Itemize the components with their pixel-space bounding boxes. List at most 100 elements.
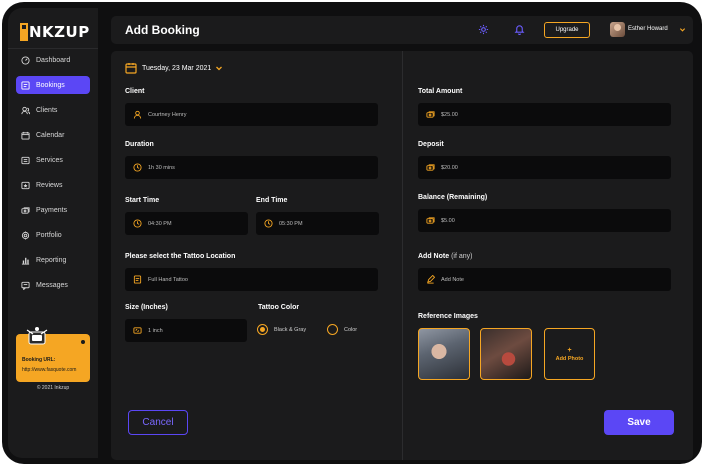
radio-label: Black & Gray	[274, 326, 307, 333]
booking-url-label: Booking URL:	[22, 357, 56, 363]
radio-color[interactable]: Color	[327, 324, 357, 335]
services-icon	[21, 156, 30, 165]
end-time-value: 05:30 PM	[279, 220, 303, 227]
calendar-icon	[125, 63, 137, 74]
note-field[interactable]: Add Note	[418, 268, 671, 291]
ruler-icon	[133, 326, 142, 335]
total-amount-label: Total Amount	[418, 88, 463, 95]
duration-field[interactable]: 1h 30 mins	[125, 156, 378, 179]
size-field[interactable]: 1 inch	[125, 319, 247, 342]
payments-icon	[21, 206, 30, 215]
tattoo-location-value: Full Hand Tattoo	[148, 276, 188, 283]
reference-image-thumbnail[interactable]	[418, 328, 470, 380]
document-icon	[133, 275, 142, 284]
reference-images-label: Reference Images	[418, 313, 478, 320]
clients-icon	[21, 106, 30, 115]
clock-icon	[264, 219, 273, 228]
save-button[interactable]: Save	[604, 410, 674, 435]
logo-text: NKZUP	[29, 23, 90, 41]
balance-value: $5.00	[441, 217, 455, 224]
plus-icon: +	[567, 346, 572, 354]
add-photo-button[interactable]: + Add Photo	[544, 328, 595, 380]
sidebar-item-calendar[interactable]: Calendar	[16, 126, 90, 144]
pencil-icon	[426, 275, 435, 284]
size-value: 1 inch	[148, 327, 163, 334]
balance-label: Balance (Remaining)	[418, 194, 488, 201]
clock-icon	[133, 163, 142, 172]
add-photo-label: Add Photo	[555, 355, 584, 362]
reporting-icon	[21, 256, 30, 265]
reference-image-thumbnail[interactable]	[480, 328, 532, 380]
sidebar-divider	[8, 48, 98, 49]
radio-unselected-icon	[327, 324, 338, 335]
chevron-down-icon	[216, 66, 223, 71]
radio-black-gray[interactable]: Black & Gray	[257, 324, 306, 335]
deposit-value: $20.00	[441, 164, 458, 171]
upgrade-button[interactable]: Upgrade	[544, 22, 590, 38]
deposit-field[interactable]: $20.00	[418, 156, 671, 179]
sidebar-item-payments[interactable]: Payments	[16, 201, 90, 219]
avatar[interactable]	[610, 22, 625, 37]
size-label: Size (Inches)	[125, 304, 168, 311]
duration-value: 1h 30 mins	[148, 164, 175, 171]
selected-date: Tuesday, 23 Mar 2021	[142, 64, 212, 72]
sidebar-item-reviews[interactable]: Reviews	[16, 176, 90, 194]
start-time-value: 04:30 PM	[148, 220, 172, 227]
booking-illustration-icon	[26, 327, 48, 345]
note-label: Add Note (if any)	[418, 253, 472, 260]
sidebar-item-messages[interactable]: Messages	[16, 276, 90, 294]
booking-url-link[interactable]: http://www.fasquote.com	[22, 367, 76, 373]
clock-icon	[133, 219, 142, 228]
sidebar-item-dashboard[interactable]: Dashboard	[16, 51, 90, 69]
sidebar-item-reporting[interactable]: Reporting	[16, 251, 90, 269]
reviews-icon	[21, 181, 30, 190]
start-time-label: Start Time	[125, 197, 160, 204]
end-time-field[interactable]: 05:30 PM	[256, 212, 379, 235]
sidebar-item-label: Bookings	[36, 81, 65, 89]
column-divider	[402, 51, 403, 460]
deposit-label: Deposit	[418, 141, 444, 148]
balance-field[interactable]: $5.00	[418, 209, 671, 232]
calendar-icon	[21, 131, 30, 140]
cancel-button[interactable]: Cancel	[128, 410, 188, 435]
money-icon	[426, 163, 435, 172]
money-icon	[426, 216, 435, 225]
money-icon	[426, 110, 435, 119]
client-value: Courtney Henry	[148, 111, 187, 118]
gear-icon[interactable]	[478, 24, 489, 35]
client-field[interactable]: Courtney Henry	[125, 103, 378, 126]
start-time-field[interactable]: 04:30 PM	[125, 212, 248, 235]
portfolio-icon	[21, 230, 30, 240]
sidebar: NKZUP Dashboard Bookings Clients Calenda…	[8, 8, 98, 458]
logo[interactable]: NKZUP	[20, 20, 90, 44]
note-label-text: Add Note	[418, 253, 450, 260]
page-title: Add Booking	[125, 23, 200, 37]
sidebar-item-portfolio[interactable]: Portfolio	[16, 226, 90, 244]
booking-url-card[interactable]: Booking URL: http://www.fasquote.com	[16, 327, 90, 382]
sidebar-item-clients[interactable]: Clients	[16, 101, 90, 119]
radio-selected-icon	[257, 324, 268, 335]
total-amount-field[interactable]: $25.00	[418, 103, 671, 126]
app-window: NKZUP Dashboard Bookings Clients Calenda…	[2, 2, 702, 464]
bookings-icon	[21, 80, 30, 90]
chevron-down-icon[interactable]	[679, 26, 686, 33]
client-label: Client	[125, 88, 145, 95]
user-name[interactable]: Esther Howard	[628, 26, 668, 32]
user-icon	[133, 110, 142, 119]
end-time-label: End Time	[256, 197, 288, 204]
sidebar-item-label: Reporting	[36, 256, 67, 264]
copyright-text: © 2021 Inkzup	[36, 385, 70, 391]
tattoo-location-field[interactable]: Full Hand Tattoo	[125, 268, 378, 291]
sidebar-item-services[interactable]: Services	[16, 151, 90, 169]
sidebar-item-label: Calendar	[36, 131, 65, 139]
date-selector[interactable]: Tuesday, 23 Mar 2021	[125, 62, 223, 74]
logo-mark-icon	[20, 23, 28, 41]
sidebar-item-bookings[interactable]: Bookings	[16, 76, 90, 94]
bell-icon[interactable]	[514, 23, 525, 35]
radio-label: Color	[344, 326, 358, 333]
sidebar-item-label: Messages	[36, 281, 68, 289]
card-dot-icon	[81, 340, 85, 344]
sidebar-item-label: Services	[36, 156, 63, 164]
sidebar-item-label: Clients	[36, 106, 58, 114]
total-amount-value: $25.00	[441, 111, 458, 118]
